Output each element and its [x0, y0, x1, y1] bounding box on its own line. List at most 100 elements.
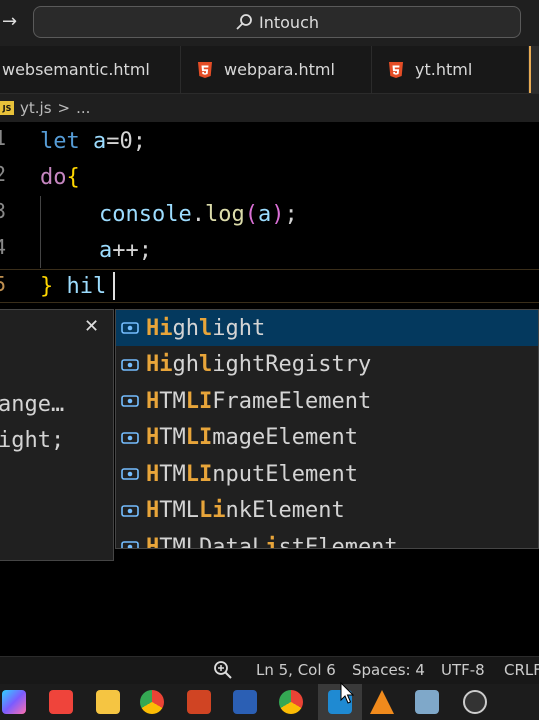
variable-a: a — [257, 202, 272, 227]
javascript-file-icon: JS — [0, 101, 14, 115]
breadcrumb-file[interactable]: yt.js — [20, 99, 52, 117]
suggestion-match-text: LI — [185, 425, 213, 450]
word-icon[interactable] — [233, 690, 257, 714]
suggestion-text: stElement — [278, 534, 398, 549]
file-encoding[interactable]: UTF-8 — [441, 661, 485, 679]
details-text: ight; — [0, 428, 65, 453]
breadcrumb-symbol[interactable]: ... — [76, 99, 90, 117]
suggestion-item[interactable]: H TM LI nputElement — [116, 456, 538, 492]
chrome-icon[interactable] — [140, 690, 164, 714]
suggestion-item[interactable]: H TML Li nkElement — [116, 493, 538, 529]
line-number: 3 — [0, 199, 7, 223]
text-cursor — [113, 272, 115, 300]
windows-taskbar — [0, 684, 539, 720]
code-line-1: let a=0; — [40, 124, 146, 160]
typed-text: hil — [66, 274, 107, 299]
tab-active-yt-js[interactable] — [529, 46, 539, 93]
code-line-3: console.log(a); — [99, 197, 298, 233]
copilot-icon[interactable] — [2, 690, 26, 714]
details-text: ange… — [0, 392, 65, 417]
anydesk-icon[interactable] — [49, 690, 73, 714]
cursor-position[interactable]: Ln 5, Col 6 — [256, 661, 336, 679]
breadcrumb: JS yt.js > ... — [0, 94, 539, 122]
variable-symbol-icon — [121, 358, 139, 371]
code-line-5: } hil — [40, 269, 106, 305]
suggestion-text: mageElement — [212, 425, 358, 450]
zoom-icon[interactable] — [213, 660, 233, 680]
chrome-profile-icon[interactable] — [279, 690, 303, 714]
back-arrow-icon[interactable]: → — [2, 12, 17, 32]
suggestion-match-text: H — [146, 498, 160, 523]
variable-symbol-icon — [121, 504, 139, 517]
brace: { — [66, 165, 80, 190]
suggestion-item[interactable]: H TM LI mageElement — [116, 420, 538, 456]
suggestion-text: ightRegistry — [212, 352, 372, 377]
tab-webpara[interactable]: webpara.html — [181, 46, 372, 93]
command-center-search[interactable]: Intouch — [33, 6, 521, 38]
breadcrumb-separator: > — [57, 99, 71, 117]
mouse-pointer-icon — [340, 682, 354, 704]
suggestion-match-text: LI — [185, 461, 213, 487]
code-line-2: do{ — [40, 160, 80, 196]
suggestion-match-text: H — [146, 425, 160, 450]
variable-symbol-icon — [121, 468, 139, 480]
variable-a: a — [93, 129, 107, 154]
tab-yt-html[interactable]: yt.html — [372, 46, 529, 93]
paren: ( — [244, 202, 258, 227]
code-text: =0; — [106, 129, 146, 154]
indent-guide — [40, 196, 41, 268]
html5-icon — [389, 61, 403, 78]
close-icon[interactable]: ✕ — [84, 316, 99, 337]
html5-icon — [198, 61, 212, 78]
suggestion-match-text: H — [146, 388, 160, 414]
suggestion-item[interactable]: Hi gh l ightRegistry — [116, 347, 538, 383]
suggestion-text: nkElement — [225, 498, 345, 523]
code-line-4: a++; — [99, 233, 152, 269]
line-number: 1 — [0, 126, 7, 150]
brace: } — [40, 274, 54, 299]
keyword-let: let — [40, 129, 80, 154]
suggestion-details-panel: ✕ ange… ight; — [0, 309, 114, 561]
indentation[interactable]: Spaces: 4 — [352, 661, 425, 679]
tab-label: yt.html — [415, 60, 473, 79]
keyword-do: do — [40, 165, 67, 190]
suggestion-item[interactable]: H TMLDataL i stElement — [116, 529, 538, 549]
line-number: 4 — [0, 235, 7, 259]
suggestion-item[interactable]: H TM LI FrameElement — [116, 383, 538, 419]
suggestion-match-text: H — [146, 534, 160, 549]
suggestion-text: gh — [172, 352, 200, 377]
editor-tab-bar: websemantic.html webpara.html yt.html — [0, 46, 539, 94]
tab-label: websemantic.html — [2, 60, 150, 79]
suggestion-match-text: Hi — [146, 352, 173, 377]
suggestion-match-text: H — [146, 461, 160, 487]
suggestion-match-text: i — [265, 534, 279, 549]
suggestion-text: TMLDataL — [159, 534, 266, 549]
tab-websemantic[interactable]: websemantic.html — [0, 46, 181, 93]
suggestion-match-text: LI — [185, 388, 213, 414]
paint-icon[interactable] — [415, 690, 439, 714]
search-icon — [236, 14, 252, 30]
suggestion-match-text: Hi — [146, 315, 173, 341]
variable-symbol-icon — [121, 431, 139, 444]
variable-symbol-icon — [121, 541, 139, 548]
function-log: log — [204, 202, 245, 227]
code-text: . — [191, 202, 205, 227]
suggestion-text: TM — [159, 461, 186, 487]
file-explorer-icon[interactable] — [96, 690, 120, 714]
line-number: 2 — [0, 162, 7, 186]
suggestion-text: TM — [159, 425, 186, 450]
tab-label: webpara.html — [224, 60, 335, 79]
code-text: ++; — [112, 238, 152, 263]
suggestion-text: nputElement — [212, 461, 358, 487]
suggestion-item[interactable]: Hi gh l ight — [116, 310, 538, 346]
suggestion-text: TM — [159, 388, 186, 414]
autocomplete-suggestions: Hi gh l ight Hi gh l ightRegistry H TM LI FrameElem… — [115, 309, 539, 549]
suggestion-text: gh — [172, 315, 200, 341]
powerpoint-icon[interactable] — [187, 690, 211, 714]
obs-icon[interactable] — [463, 690, 487, 714]
end-of-line[interactable]: CRLF — [504, 661, 539, 679]
vlc-icon[interactable] — [370, 690, 394, 714]
suggestion-text: ight — [212, 315, 266, 341]
suggestion-match-text: l — [199, 352, 213, 377]
suggestion-text: FrameElement — [212, 388, 372, 414]
